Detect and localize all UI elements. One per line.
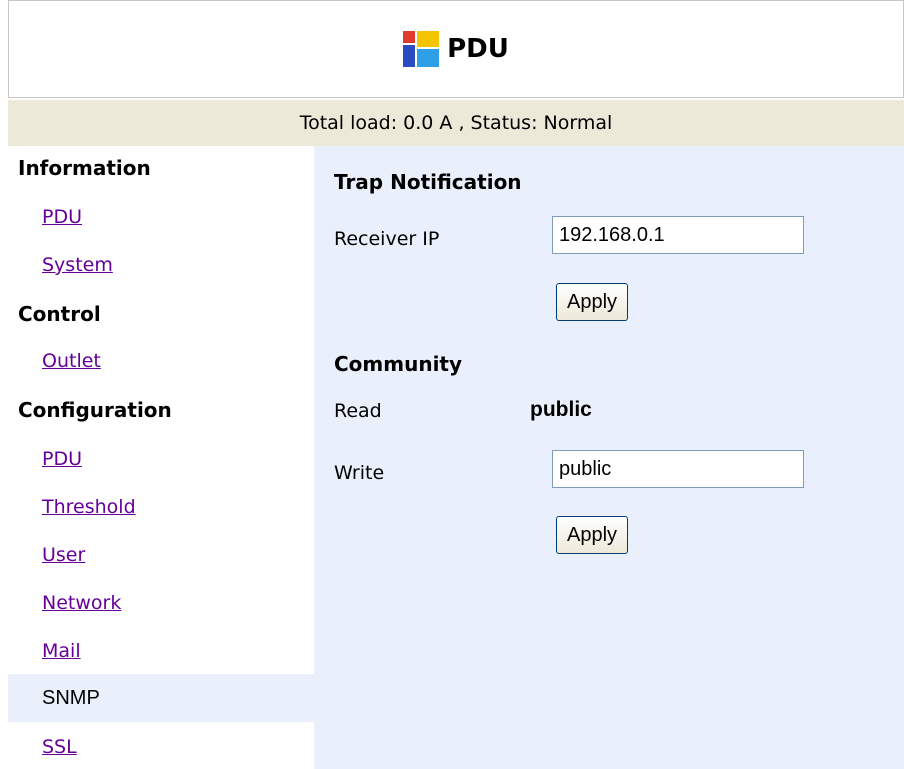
sidebar-item-ssl[interactable]: SSL [42, 736, 77, 758]
sidebar-section-information: Information [18, 156, 151, 180]
write-community-input[interactable] [552, 450, 804, 488]
sidebar-item-system[interactable]: System [42, 254, 113, 276]
sidebar-item-pdu-config[interactable]: PDU [42, 448, 82, 470]
sidebar-section-configuration: Configuration [18, 398, 172, 422]
trap-notification-heading: Trap Notification [334, 170, 522, 194]
page-header: PDU [8, 0, 904, 98]
sidebar-item-outlet[interactable]: Outlet [42, 350, 101, 372]
write-label: Write [334, 462, 385, 484]
page-title: PDU [447, 34, 509, 64]
sidebar-item-threshold[interactable]: Threshold [42, 496, 136, 518]
read-label: Read [334, 400, 382, 422]
sidebar-item-user[interactable]: User [42, 544, 85, 566]
sidebar-section-control: Control [18, 302, 101, 326]
main-content: Trap Notification Receiver IP Apply Comm… [314, 146, 904, 769]
status-bar: Total load: 0.0 A , Status: Normal [8, 100, 904, 146]
receiver-ip-input[interactable] [552, 216, 804, 254]
apply-community-button[interactable]: Apply [556, 516, 629, 554]
status-text: Total load: 0.0 A , Status: Normal [299, 112, 613, 134]
sidebar-item-mail[interactable]: Mail [42, 640, 81, 662]
sidebar-item-pdu-info[interactable]: PDU [42, 206, 82, 228]
read-community-value: public [530, 398, 592, 421]
sidebar-item-network[interactable]: Network [42, 592, 121, 614]
receiver-ip-label: Receiver IP [334, 228, 440, 250]
sidebar-item-label: SNMP [42, 687, 100, 709]
sidebar: Information PDU System Control Outlet Co… [8, 146, 314, 769]
pdu-logo-icon [403, 31, 440, 67]
sidebar-item-snmp[interactable]: SNMP [8, 674, 314, 722]
community-heading: Community [334, 352, 463, 376]
apply-trap-button[interactable]: Apply [556, 283, 629, 321]
